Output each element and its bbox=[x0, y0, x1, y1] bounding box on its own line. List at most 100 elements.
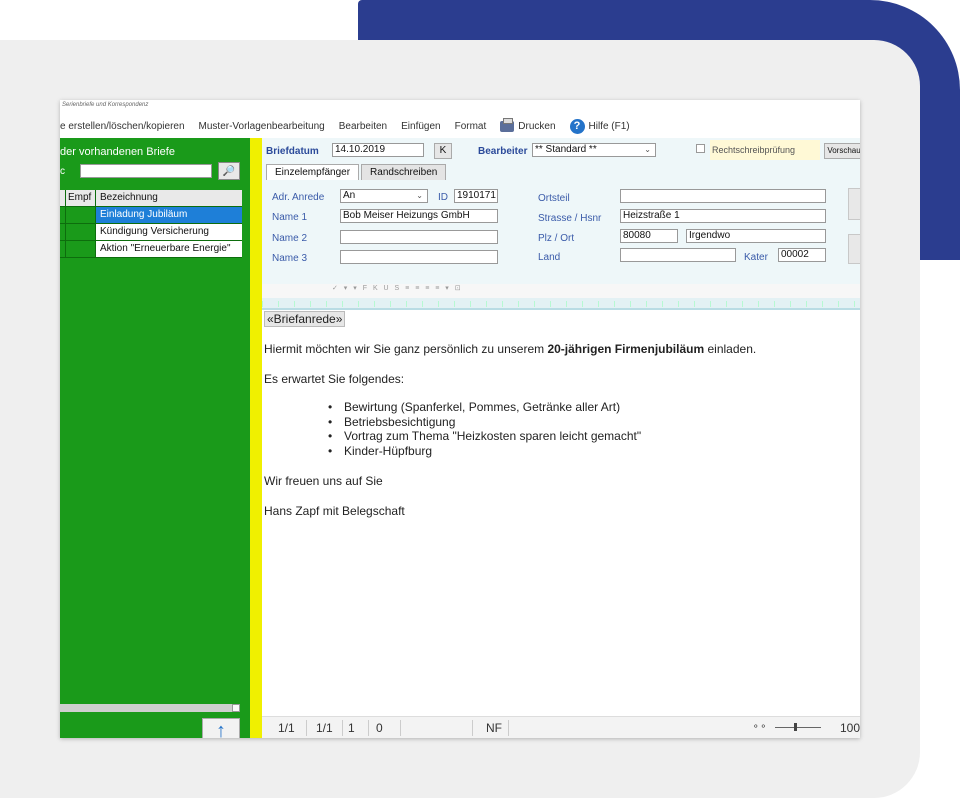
spellcheck-label: Rechtschreibprüfung bbox=[710, 140, 820, 160]
table-row[interactable]: Aktion "Erneuerbare Energie" bbox=[60, 241, 242, 258]
menu-item-templates[interactable]: Muster-Vorlagenbearbeitung bbox=[199, 121, 325, 132]
editor-label: Bearbeiter bbox=[478, 146, 528, 157]
table-header: Empf Bezeichnung bbox=[60, 190, 242, 207]
scrollbar-thumb[interactable] bbox=[232, 704, 240, 712]
ruler bbox=[262, 298, 860, 310]
search-label: c bbox=[60, 166, 65, 177]
recipient-form: Briefdatum 14.10.2019 K Bearbeiter ** St… bbox=[262, 138, 860, 300]
menu-item-insert[interactable]: Einfügen bbox=[401, 121, 440, 132]
k-button[interactable]: K bbox=[434, 143, 452, 159]
divider-bar bbox=[250, 138, 262, 738]
salutation-value: An bbox=[343, 190, 356, 201]
format-toolbar[interactable]: ✓ ▾ ▾ F K U S ≡ ≡ ≡ ≡ ▾ ⊡ bbox=[262, 284, 860, 298]
plz-label: Plz / Ort bbox=[538, 233, 575, 244]
editor-select-value: ** Standard ** bbox=[535, 144, 597, 155]
contact-icon[interactable] bbox=[848, 188, 860, 220]
editor-select[interactable]: ** Standard ** ⌄ bbox=[532, 143, 656, 157]
chevron-down-icon: ⌄ bbox=[644, 145, 651, 154]
table-row[interactable]: Einladung Jubiläum bbox=[60, 207, 242, 224]
status-section: 1/1 bbox=[316, 721, 333, 735]
sidebar-search-input[interactable] bbox=[80, 164, 212, 178]
salutation-label: Adr. Anrede bbox=[272, 192, 325, 203]
sidebar-scrollbar[interactable] bbox=[60, 704, 240, 712]
letters-sidebar: der vorhandenen Briefe c 🔎 Empf Bezeichn… bbox=[60, 138, 250, 738]
row-label: Kündigung Versicherung bbox=[96, 224, 242, 240]
name1-field[interactable]: Bob Meiser Heizungs GmbH bbox=[340, 209, 498, 223]
tab-einzelempfaenger[interactable]: Einzelempfänger bbox=[266, 164, 360, 180]
zoom-slider-thumb[interactable] bbox=[794, 723, 797, 731]
checkbox-icon bbox=[696, 143, 705, 153]
spellcheck-checkbox[interactable] bbox=[696, 143, 709, 154]
name1-label: Name 1 bbox=[272, 212, 308, 223]
status-column: 0 bbox=[376, 721, 383, 735]
menu-bar: e erstellen/löschen/kopieren Muster-Vorl… bbox=[60, 114, 860, 138]
land-field[interactable] bbox=[620, 248, 736, 262]
street-field[interactable]: Heizstraße 1 bbox=[620, 209, 826, 223]
status-line: 1 bbox=[348, 721, 355, 735]
status-mode: NF bbox=[486, 721, 502, 735]
form-tabs: Einzelempfänger Randschreiben bbox=[266, 164, 448, 180]
tab-randschreiben[interactable]: Randschreiben bbox=[361, 164, 447, 180]
row-label: Aktion "Erneuerbare Energie" bbox=[96, 241, 242, 257]
letters-table: Empf Bezeichnung Einladung Jubiläum Künd… bbox=[60, 190, 242, 258]
menu-item-edit[interactable]: Bearbeiten bbox=[339, 121, 387, 132]
date-label: Briefdatum bbox=[266, 146, 319, 157]
id-field[interactable]: 1910171 bbox=[454, 189, 498, 203]
date-field[interactable]: 14.10.2019 bbox=[332, 143, 424, 157]
status-bar: 1/1 1/1 1 0 NF ⚬⚬ 100 bbox=[262, 716, 860, 738]
placeholder-tag: «Briefanrede» bbox=[264, 311, 346, 327]
window-title: Serienbriefe und Korrespondenz bbox=[62, 102, 149, 108]
column-header-empf[interactable]: Empf bbox=[66, 190, 96, 206]
menu-item-letters[interactable]: e erstellen/löschen/kopieren bbox=[60, 121, 185, 132]
status-page: 1/1 bbox=[278, 721, 295, 735]
name2-label: Name 2 bbox=[272, 233, 308, 244]
intro-paragraph: Hiermit möchten wir Sie ganz persönlich … bbox=[264, 342, 756, 356]
print-label: Drucken bbox=[518, 120, 556, 132]
row-label: Einladung Jubiläum bbox=[96, 207, 242, 223]
name3-field[interactable] bbox=[340, 250, 498, 264]
arrow-up-icon: ↑ bbox=[216, 719, 226, 739]
list-item: Betriebsbesichtigung bbox=[328, 415, 641, 430]
side-button-icon[interactable] bbox=[848, 234, 860, 264]
ortsteil-field[interactable] bbox=[620, 189, 826, 203]
binoculars-search-icon[interactable]: 🔎 bbox=[218, 162, 240, 180]
kat-field[interactable]: 00002 bbox=[778, 248, 826, 262]
help-icon: ? bbox=[569, 118, 585, 134]
signature-paragraph: Hans Zapf mit Belegschaft bbox=[264, 504, 405, 518]
closing-paragraph: Wir freuen uns auf Sie bbox=[264, 474, 383, 488]
row-empf bbox=[66, 241, 96, 257]
ortsteil-label: Ortsteil bbox=[538, 193, 570, 204]
move-up-button[interactable]: ↑ bbox=[202, 718, 240, 738]
bullet-list: Bewirtung (Spanferkel, Pommes, Getränke … bbox=[328, 400, 641, 458]
menu-item-format[interactable]: Format bbox=[455, 121, 487, 132]
intro-text-bold: 20-jährigen Firmenjubiläum bbox=[547, 342, 705, 356]
menu-item-help[interactable]: ? Hilfe (F1) bbox=[569, 118, 630, 134]
column-header-bezeichnung[interactable]: Bezeichnung bbox=[96, 190, 242, 206]
name2-field[interactable] bbox=[340, 230, 498, 244]
zoom-out-icon[interactable]: ⚬⚬ bbox=[752, 721, 767, 732]
land-label: Land bbox=[538, 252, 561, 263]
city-field[interactable]: Irgendwo bbox=[686, 229, 826, 243]
row-empf bbox=[66, 224, 96, 240]
preview-button[interactable]: Vorschau bbox=[824, 143, 860, 159]
id-label: ID bbox=[438, 192, 448, 203]
list-item: Bewirtung (Spanferkel, Pommes, Getränke … bbox=[328, 400, 641, 415]
app-window: Serienbriefe und Korrespondenz e erstell… bbox=[60, 100, 860, 738]
zoom-level: 100 bbox=[840, 721, 860, 735]
plz-field[interactable]: 80080 bbox=[620, 229, 678, 243]
expect-paragraph: Es erwartet Sie folgendes: bbox=[264, 372, 405, 386]
list-item: Kinder-Hüpfburg bbox=[328, 444, 641, 459]
help-label: Hilfe (F1) bbox=[588, 120, 630, 132]
letter-editor[interactable]: «Briefanrede» Hiermit möchten wir Sie ga… bbox=[262, 311, 860, 716]
salutation-select[interactable]: An ⌄ bbox=[340, 189, 428, 203]
table-row[interactable]: Kündigung Versicherung bbox=[60, 224, 242, 241]
name3-label: Name 3 bbox=[272, 253, 308, 264]
street-label: Strasse / Hsnr bbox=[538, 213, 602, 224]
chevron-down-icon: ⌄ bbox=[416, 191, 423, 200]
menu-item-print[interactable]: Drucken bbox=[500, 117, 556, 132]
kat-label: Kater bbox=[744, 252, 768, 263]
zoom-slider[interactable] bbox=[775, 727, 821, 728]
intro-text-after: einladen. bbox=[704, 342, 757, 356]
salutation-placeholder: «Briefanrede» bbox=[264, 311, 346, 327]
row-empf bbox=[66, 207, 96, 223]
